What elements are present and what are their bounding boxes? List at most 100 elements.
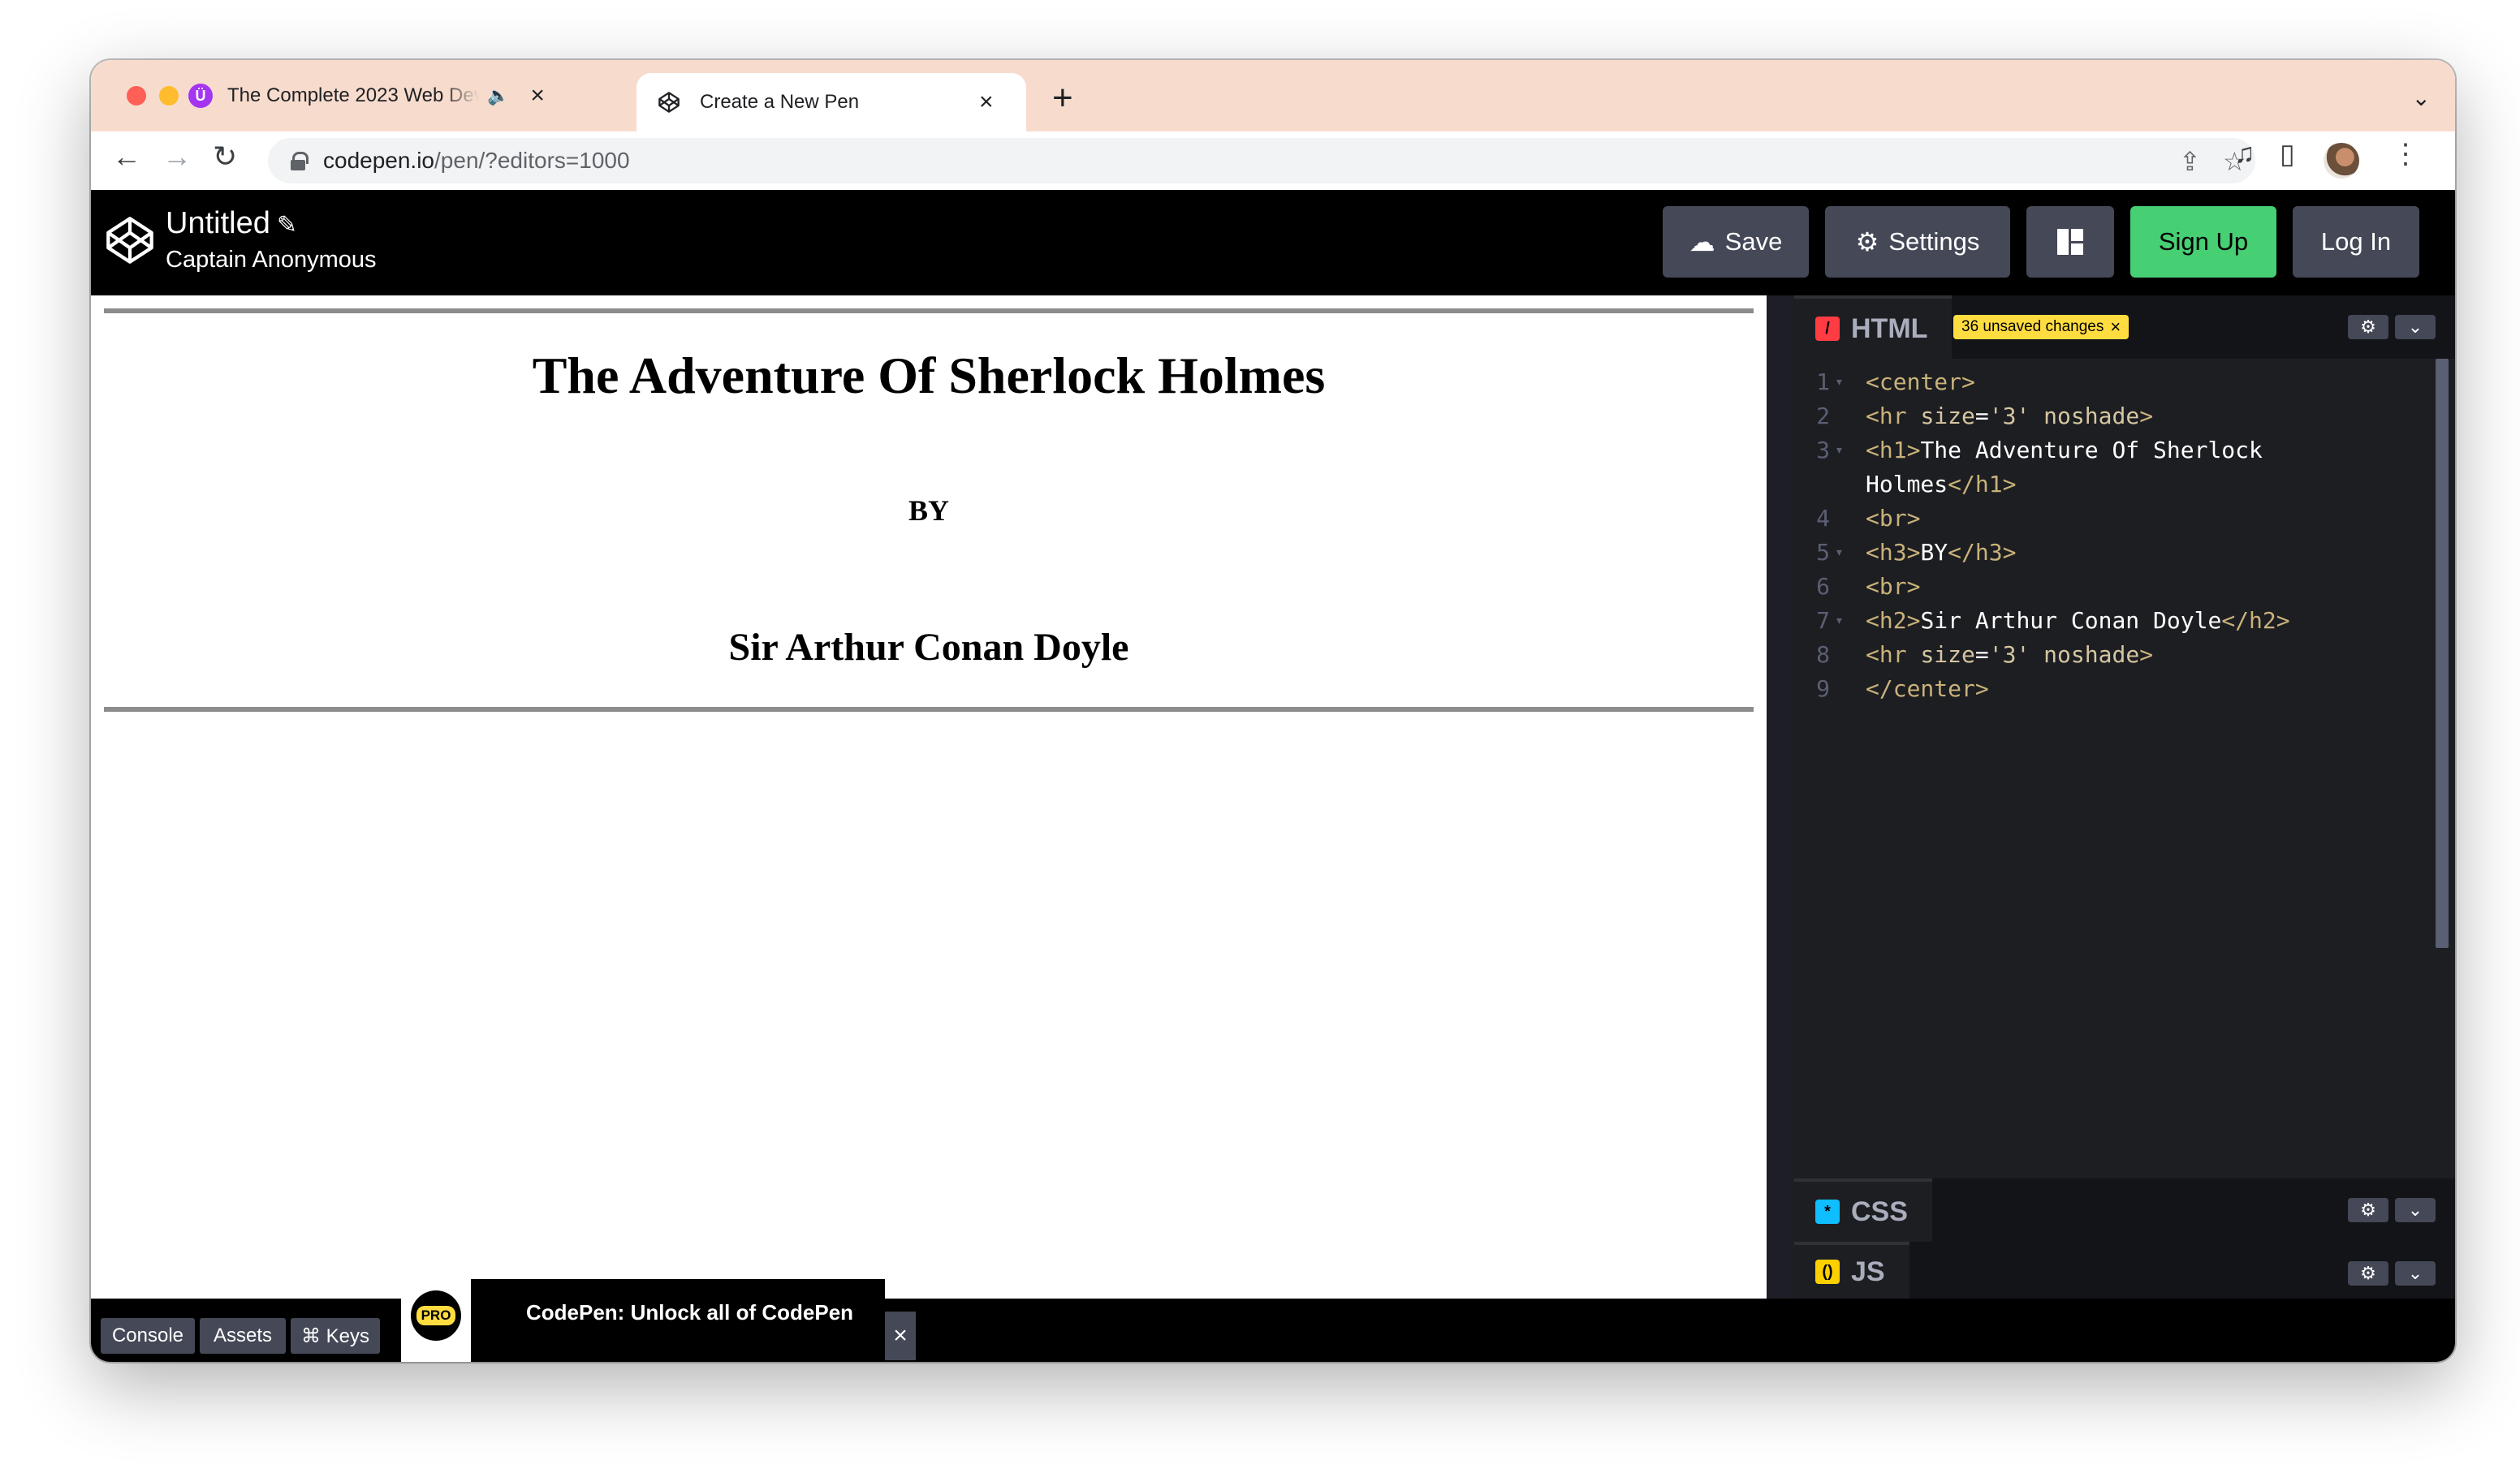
html-collapse-button[interactable]: ⌄ [2395, 315, 2436, 339]
js-editor-tab[interactable]: () JS [1794, 1242, 1909, 1299]
url-text: codepen.io/pen/?editors=1000 [323, 148, 630, 173]
css-icon: * [1815, 1200, 1840, 1224]
code-text: <h2>Sir Arthur Conan Doyle</h2> [1866, 607, 2290, 634]
pen-user: Captain Anonymous [166, 247, 377, 273]
js-settings-button[interactable]: ⚙ [2348, 1261, 2388, 1286]
gear-icon: ⚙ [2360, 1263, 2376, 1283]
keys-button[interactable]: ⌘ Keys [291, 1318, 380, 1354]
code-text: <h1>The Adventure Of Sherlock [1866, 437, 2263, 463]
js-pane-header: () JS ⚙ ⌄ [1794, 1242, 2455, 1299]
horizontal-rule [104, 707, 1754, 712]
pencil-icon[interactable]: ✎ [277, 212, 297, 239]
close-icon[interactable]: × [2110, 317, 2121, 338]
tab-title: The Complete 2023 Web Development Bootca… [227, 84, 479, 106]
tab-strip: Ü The Complete 2023 Web Development Boot… [91, 60, 2455, 131]
close-tab-icon[interactable]: × [530, 82, 545, 110]
line-number: 5 [1816, 539, 1830, 566]
line-number: 7 [1816, 607, 1830, 634]
browser-toolbar: ← → ↻ codepen.io/pen/?editors=1000 ⇪ ☆ ♫… [91, 131, 2455, 190]
line-number: 1 [1816, 368, 1830, 395]
codepen-header: Untitled ✎ Captain Anonymous ☁ Save ⚙ Setti… [91, 190, 2455, 295]
html-settings-button[interactable]: ⚙ [2348, 315, 2388, 339]
close-tab-icon[interactable]: × [979, 88, 994, 116]
pro-promo-banner[interactable]: PRO CodePen: Unlock all of CodePen [401, 1279, 885, 1362]
promo-text: CodePen: Unlock all of CodePen [526, 1300, 854, 1325]
fold-arrow-icon[interactable]: ▾ [1835, 604, 1844, 638]
console-button[interactable]: Console [101, 1318, 195, 1354]
layout-icon [2057, 229, 2083, 255]
profile-avatar[interactable] [2324, 143, 2359, 179]
editor-column: / HTML 36 unsaved changes × ⚙ ⌄ 1 ▾ <center>… [1794, 295, 2455, 1299]
tab-udemy[interactable]: Ü The Complete 2023 Web Development Boot… [91, 60, 546, 131]
line-number: 8 [1816, 641, 1830, 668]
lock-icon[interactable] [291, 152, 309, 170]
save-button[interactable]: ☁ Save [1663, 206, 1809, 278]
codepen-logo-icon[interactable] [104, 214, 156, 266]
tab-title: Create a New Pen [700, 91, 860, 113]
codepen-icon [658, 92, 680, 113]
cloud-icon: ☁ [1689, 227, 1715, 256]
unsaved-changes-badge[interactable]: 36 unsaved changes × [1953, 315, 2129, 339]
reload-icon[interactable]: ↻ [213, 140, 237, 174]
browser-window: Ü The Complete 2023 Web Development Boot… [91, 60, 2455, 1362]
chevron-down-icon[interactable]: ⌄ [2412, 84, 2431, 111]
preview-heading-1: The Adventure Of Sherlock Holmes [532, 347, 1326, 404]
preview-heading-3: BY [908, 494, 949, 527]
code-text: <br> [1866, 505, 1921, 532]
media-icon[interactable]: ♫ [2234, 138, 2255, 170]
css-collapse-button[interactable]: ⌄ [2395, 1198, 2436, 1222]
html-pane-header: / HTML 36 unsaved changes × ⚙ ⌄ [1794, 295, 2455, 359]
new-tab-icon[interactable]: + [1052, 78, 1073, 118]
assets-button[interactable]: Assets [200, 1318, 286, 1354]
resize-gutter[interactable] [1767, 295, 1794, 1299]
preview-heading-2: Sir Arthur Conan Doyle [728, 626, 1129, 669]
address-bar[interactable]: codepen.io/pen/?editors=1000 ⇪ ☆ [268, 138, 2255, 183]
line-number: 3 [1816, 437, 1830, 463]
line-number: 2 [1816, 403, 1830, 429]
share-icon[interactable]: ⇪ [2179, 146, 2201, 177]
chevron-down-icon: ⌄ [2407, 1200, 2423, 1220]
change-view-button[interactable] [2026, 206, 2114, 278]
horizontal-rule [104, 308, 1754, 313]
code-text: Holmes</h1> [1866, 471, 2017, 498]
kebab-menu-icon[interactable]: ⋮ [2392, 138, 2419, 170]
gear-icon: ⚙ [2360, 317, 2376, 337]
editor-scrollbar[interactable] [2436, 359, 2449, 948]
line-number: 9 [1816, 675, 1830, 702]
login-button[interactable]: Log In [2293, 206, 2419, 278]
pro-badge-icon: PRO [411, 1290, 461, 1341]
speaker-icon[interactable]: 🔈 [487, 85, 509, 106]
pen-title[interactable]: Untitled ✎ [166, 206, 297, 241]
fold-arrow-icon[interactable]: ▾ [1835, 536, 1844, 570]
udemy-icon: Ü [188, 84, 213, 108]
gear-icon: ⚙ [1855, 227, 1879, 256]
code-text: <br> [1866, 573, 1921, 600]
css-pane-header: * CSS ⚙ ⌄ [1794, 1178, 2455, 1242]
code-text: </center> [1866, 675, 1989, 702]
tab-codepen[interactable]: Create a New Pen × [636, 73, 1026, 131]
code-text: <h3>BY</h3> [1866, 539, 2017, 566]
sidepanel-icon[interactable]: ▯ [2280, 138, 2295, 170]
css-settings-button[interactable]: ⚙ [2348, 1198, 2388, 1222]
css-editor-tab[interactable]: * CSS [1794, 1178, 1932, 1242]
html-code-editor[interactable]: 1 ▾ <center> 2 <hr size='3' noshade> 3 ▾ <h1>Th… [1794, 359, 2455, 1178]
result-preview[interactable]: The Adventure Of Sherlock Holmes BY Sir … [91, 295, 1767, 1299]
code-text: <hr size='3' noshade> [1866, 403, 2154, 429]
fold-arrow-icon[interactable]: ▾ [1835, 433, 1844, 467]
close-promo-icon[interactable]: × [885, 1312, 916, 1360]
chevron-down-icon: ⌄ [2407, 1263, 2423, 1283]
settings-button[interactable]: ⚙ Settings [1825, 206, 2010, 278]
code-text: <hr size='3' noshade> [1866, 641, 2154, 668]
line-number: 4 [1816, 505, 1830, 532]
js-icon: () [1815, 1260, 1840, 1284]
html-icon: / [1815, 317, 1840, 341]
line-number: 6 [1816, 573, 1830, 600]
html-editor-tab[interactable]: / HTML [1794, 295, 1953, 359]
fold-arrow-icon[interactable]: ▾ [1835, 365, 1844, 399]
forward-icon[interactable]: → [162, 140, 192, 174]
signup-button[interactable]: Sign Up [2130, 206, 2276, 278]
back-icon[interactable]: ← [112, 140, 141, 174]
gear-icon: ⚙ [2360, 1200, 2376, 1220]
chevron-down-icon: ⌄ [2407, 317, 2423, 337]
js-collapse-button[interactable]: ⌄ [2395, 1261, 2436, 1286]
